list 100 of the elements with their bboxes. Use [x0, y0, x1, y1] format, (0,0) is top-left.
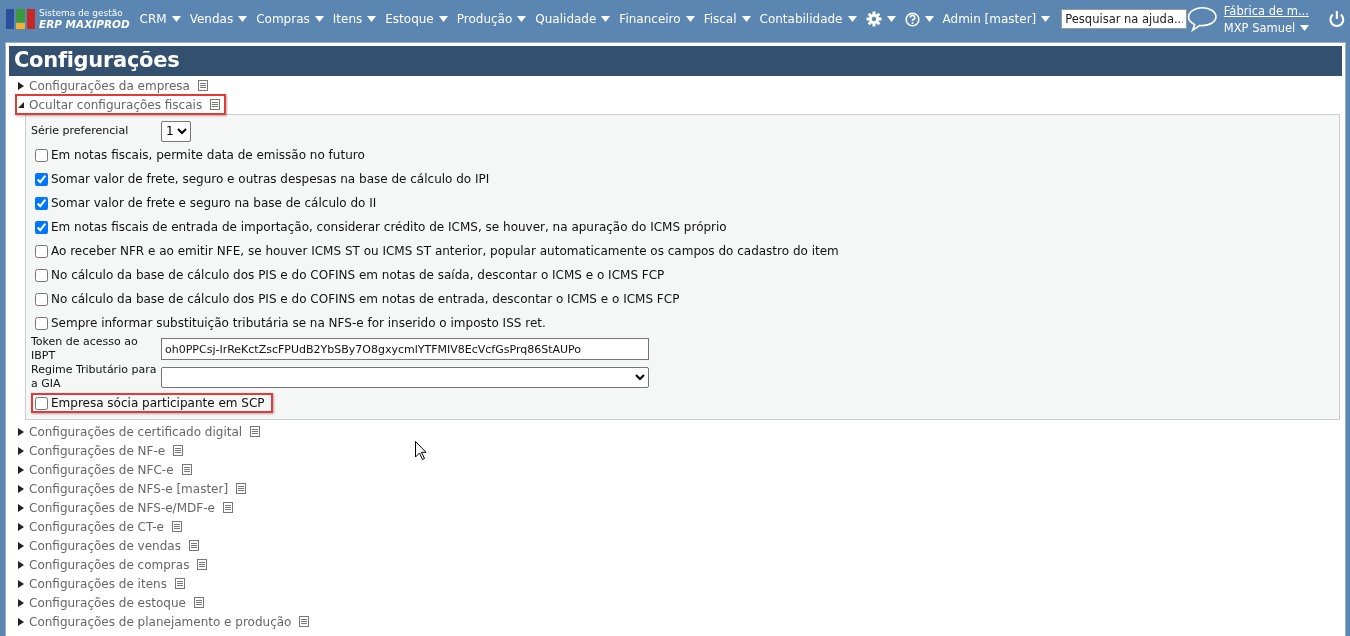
caret-icon [886, 16, 896, 22]
section-link[interactable]: Configurações de compras [29, 557, 190, 572]
document-icon[interactable] [197, 559, 208, 570]
menu-item[interactable]: Produção [456, 12, 527, 26]
series-select[interactable]: 1 [161, 120, 191, 142]
triangle-icon [18, 484, 24, 493]
section-link[interactable]: Configurações de NFC-e [29, 462, 174, 477]
checkbox-label: Ao receber NFR e ao emitir NFE, se houver ICMS ST ou ICMS ST anterior, popular automaticamente os campos do cadastro do item [51, 244, 839, 258]
caret-icon [601, 16, 611, 22]
section-header[interactable]: Configurações de certificado digital [15, 421, 267, 442]
document-icon[interactable] [250, 426, 261, 437]
user-name-menu[interactable]: MXP Samuel [1223, 20, 1310, 35]
checkbox-label: No cálculo da base de cálculo dos PIS e do COFINS em notas de saída, descontar o ICMS e o ICMS FCP [51, 268, 665, 282]
token-field[interactable]: oh0PPCsj-IrReKctZscFPUdB2YbSBy7O8gxycmlYTFMIV8EcVcfGsPrq86StAUPo [161, 338, 649, 360]
checkbox[interactable] [35, 268, 48, 282]
user-menu[interactable]: Admin [master] [942, 12, 1051, 26]
document-icon[interactable] [299, 616, 310, 627]
menu-item[interactable]: Itens [332, 12, 377, 26]
triangle-icon [18, 522, 24, 531]
section-header[interactable]: Configurações de NFC-e [15, 459, 198, 480]
caret-icon [1041, 16, 1051, 22]
checkbox[interactable] [35, 292, 48, 306]
document-icon[interactable] [171, 521, 182, 532]
document-icon[interactable] [174, 578, 185, 589]
checkbox-label: No cálculo da base de cálculo dos PIS e do COFINS em notas de entrada, descontar o ICMS e o ICMS FCP [51, 292, 680, 306]
field-label: Token de acesso ao IBPT [31, 335, 139, 363]
document-icon[interactable] [193, 597, 204, 608]
cursor-icon [415, 441, 427, 460]
menu-item[interactable]: Fiscal [703, 12, 751, 26]
menu-item[interactable]: Estoque [385, 12, 448, 26]
triangle-icon [18, 100, 24, 109]
triangle-icon [18, 598, 24, 607]
logo-icon [6, 7, 35, 31]
field-label: Regime Tributário para a GIA [31, 363, 158, 391]
section-header[interactable]: Configurações de itens [15, 573, 191, 594]
section-header[interactable]: Ocultar configurações fiscais [15, 94, 227, 115]
field-label: Série preferencial [31, 124, 130, 138]
section-header[interactable]: Configurações de compras [15, 554, 214, 575]
checkbox[interactable] [35, 396, 48, 410]
document-icon[interactable] [188, 540, 199, 551]
settings-icon [865, 11, 882, 27]
caret-icon [367, 16, 377, 22]
section-header[interactable]: Configurações de NF-e [15, 440, 190, 461]
section-link[interactable]: Configurações de CT-e [29, 519, 164, 534]
document-icon[interactable] [236, 483, 247, 494]
document-icon[interactable] [197, 80, 208, 91]
checkbox-label: Em notas fiscais de entrada de importação, considerar crédito de ICMS, se houver, na apuração do ICMS próprio [51, 220, 727, 234]
caret-icon [517, 16, 527, 22]
regime-select[interactable] [161, 366, 649, 388]
checkbox[interactable] [35, 244, 48, 258]
section-link[interactable]: Configurações de vendas [29, 538, 181, 553]
section-link[interactable]: Configurações de NF-e [29, 443, 166, 458]
settings-menu[interactable] [865, 11, 896, 27]
section-link[interactable]: Configurações da empresa [29, 78, 190, 93]
checkbox-label: Somar valor de frete, seguro e outras despesas na base de cálculo do IPI [51, 172, 490, 186]
section-header[interactable]: Configurações de CT-e [15, 516, 188, 537]
section-link[interactable]: Ocultar configurações fiscais [29, 97, 203, 112]
section-header[interactable]: Configurações de NFS-e [master] [15, 478, 253, 499]
section-link[interactable]: Configurações de estoque [29, 595, 186, 610]
search-field[interactable]: Pesquisar na ajuda... [1061, 9, 1188, 29]
document-icon[interactable] [210, 99, 221, 110]
company-link[interactable]: Fábrica de m... [1223, 3, 1319, 18]
logo-subtitle: Sistema de gestão [39, 8, 124, 19]
checkbox-label: Somar valor de frete e seguro na base de cálculo do II [51, 196, 377, 210]
document-icon[interactable] [181, 464, 192, 475]
checkbox-label: Empresa sócia participante em SCP [51, 396, 265, 410]
section-header[interactable]: Configurações de estoque [15, 592, 210, 613]
menu-item[interactable]: Vendas [189, 12, 248, 26]
section-header[interactable]: Configurações de planejamento e produção [15, 611, 316, 632]
checkbox[interactable] [35, 220, 48, 234]
triangle-icon [18, 446, 24, 455]
section-header[interactable]: Configurações da empresa [15, 75, 214, 96]
section-link[interactable]: Configurações de NFS-e [master] [29, 481, 229, 496]
caret-icon [438, 16, 448, 22]
section-link[interactable]: Configurações de itens [29, 576, 167, 591]
section-header[interactable]: Configurações de vendas [15, 535, 205, 556]
document-icon[interactable] [222, 502, 233, 513]
menu-item[interactable]: Compras [256, 12, 324, 26]
checkbox[interactable] [35, 316, 48, 330]
help-menu[interactable] [904, 11, 934, 27]
triangle-icon [18, 427, 24, 436]
checkbox[interactable] [35, 196, 48, 210]
triangle-icon [18, 503, 24, 512]
menu-item[interactable]: Contabilidade [759, 12, 857, 26]
section-header[interactable]: Configurações de NFS-e/MDF-e [15, 497, 239, 518]
menu-item[interactable]: Qualidade [535, 12, 611, 26]
checkbox-label: Sempre informar substituição tributária se na NFS-e for inserido o imposto ISS ret. [51, 316, 546, 330]
checkbox[interactable] [35, 172, 48, 186]
power-icon[interactable] [1328, 8, 1346, 30]
checkbox[interactable] [35, 148, 48, 162]
section-link[interactable]: Configurações de NFS-e/MDF-e [29, 500, 215, 515]
triangle-icon [18, 617, 24, 626]
logo-title: ERP MAXIPROD [39, 19, 130, 30]
section-link[interactable]: Configurações de certificado digital [29, 424, 243, 439]
document-icon[interactable] [173, 445, 184, 456]
menu-item[interactable]: CRM [139, 12, 181, 26]
triangle-icon [18, 81, 24, 90]
triangle-icon [18, 465, 24, 474]
menu-item[interactable]: Financeiro [619, 12, 695, 26]
section-link[interactable]: Configurações de planejamento e produção [29, 614, 292, 629]
